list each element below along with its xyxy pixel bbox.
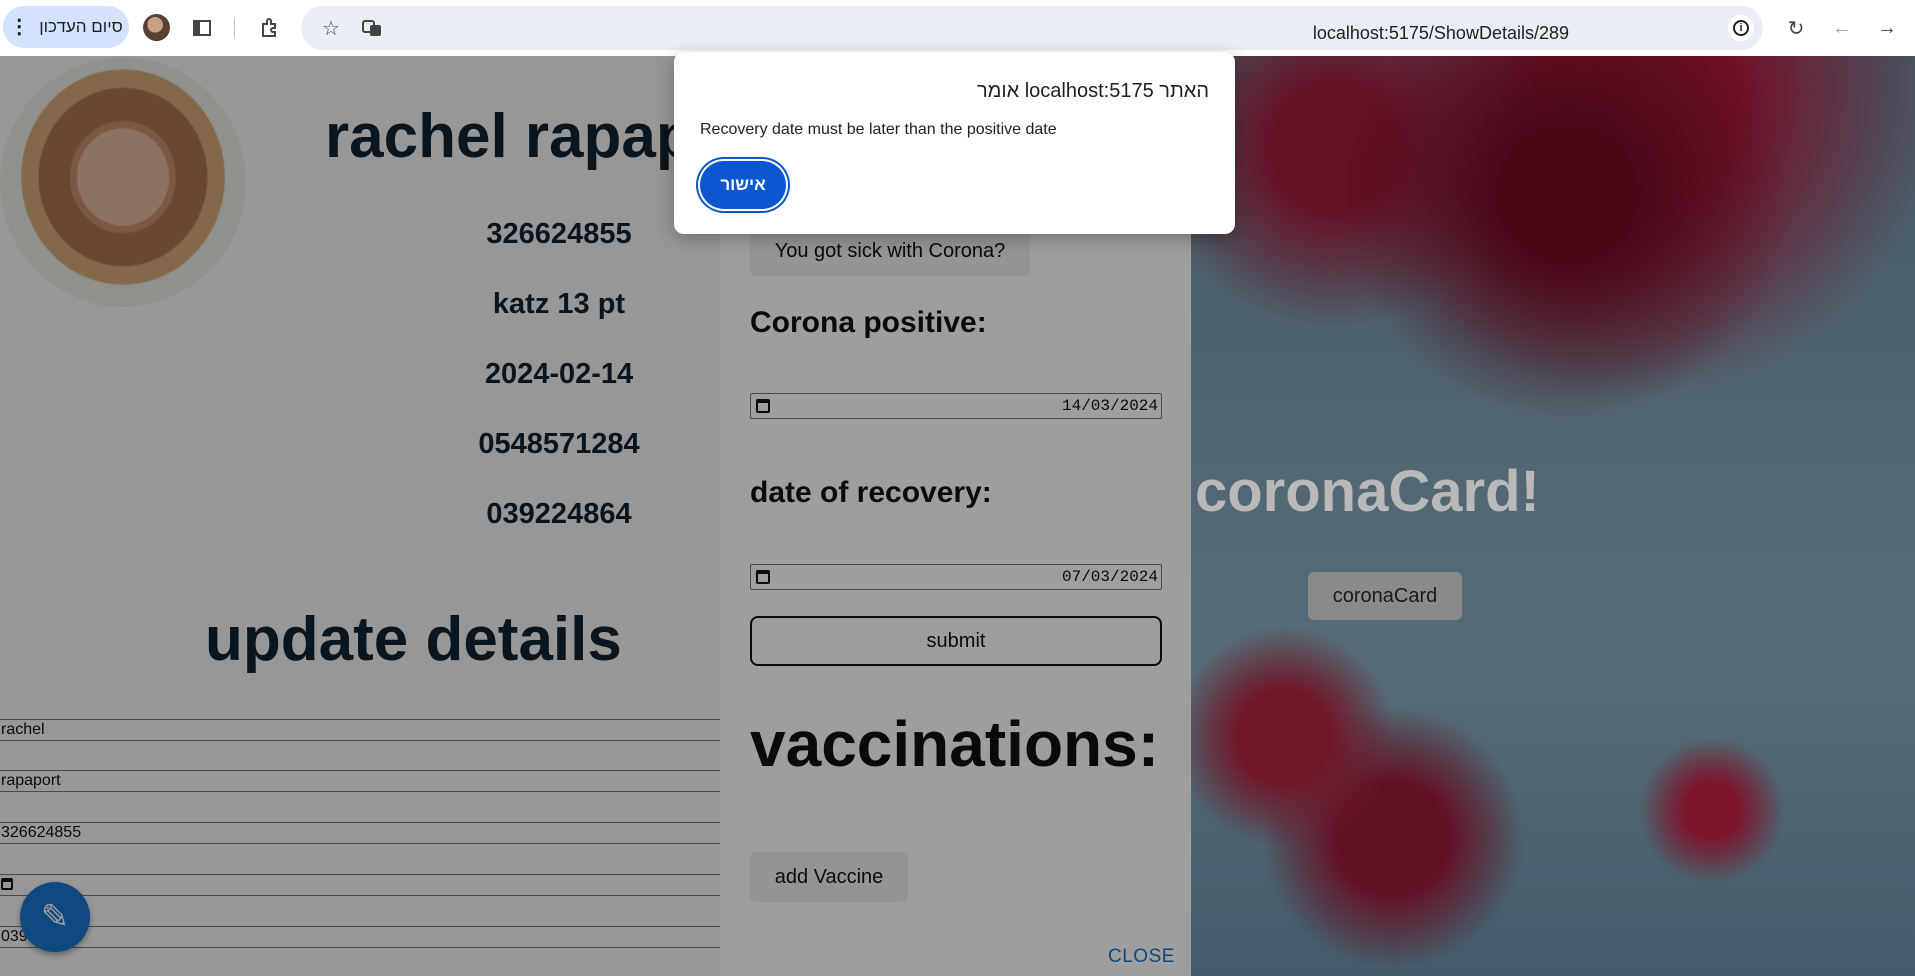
extensions-icon[interactable] xyxy=(254,12,286,44)
recovery-date-input[interactable]: 07/03/2024 xyxy=(750,564,1162,590)
kebab-menu-icon: ⋮ xyxy=(9,16,30,38)
alert-dialog: האתר localhost:5175 אומר Recovery date m… xyxy=(674,52,1235,234)
back-icon[interactable]: ← xyxy=(1826,12,1858,44)
url-text[interactable]: localhost:5175/ShowDetails/289 xyxy=(1313,23,1569,44)
positive-date-value: 14/03/2024 xyxy=(1061,397,1158,415)
add-vaccine-button[interactable]: add Vaccine xyxy=(750,852,908,902)
side-panel-icon[interactable] xyxy=(186,12,218,44)
alert-ok-button[interactable]: אישור xyxy=(700,161,786,209)
site-info-icon[interactable]: i xyxy=(1728,15,1754,41)
calendar-icon[interactable] xyxy=(756,570,770,584)
toolbar-divider xyxy=(234,17,235,39)
corona-card-button[interactable]: coronaCard xyxy=(1308,572,1462,620)
profile-avatar[interactable] xyxy=(143,14,170,41)
bookmark-star-icon[interactable]: ☆ xyxy=(315,12,347,44)
submit-button[interactable]: submit xyxy=(750,616,1162,666)
recovery-date-label: date of recovery: xyxy=(750,476,992,509)
update-chrome-button[interactable]: ⋮ סיום העדכון xyxy=(3,6,129,48)
translate-icon[interactable] xyxy=(356,12,388,44)
address-bar[interactable]: ☆ localhost:5175/ShowDetails/289 i xyxy=(301,6,1763,50)
browser-toolbar: ⋮ סיום העדכון ☆ localhost:5175/ShowDetai… xyxy=(0,0,1915,56)
reload-icon[interactable]: ↻ xyxy=(1780,12,1812,44)
alert-message: Recovery date must be later than the pos… xyxy=(700,121,1057,138)
positive-date-input[interactable]: 14/03/2024 xyxy=(750,393,1162,419)
corona-positive-label: Corona positive: xyxy=(750,306,987,339)
vaccinations-title: vaccinations: xyxy=(750,708,1160,780)
close-button[interactable]: CLOSE xyxy=(1108,946,1175,968)
forward-icon[interactable]: → xyxy=(1871,12,1903,44)
recovery-date-value: 07/03/2024 xyxy=(1061,568,1158,586)
corona-card-title: coronaCard! xyxy=(1195,459,1540,524)
update-chrome-label: סיום העדכון xyxy=(39,17,123,36)
alert-title: האתר localhost:5175 אומר xyxy=(976,80,1209,102)
calendar-icon[interactable] xyxy=(756,399,770,413)
